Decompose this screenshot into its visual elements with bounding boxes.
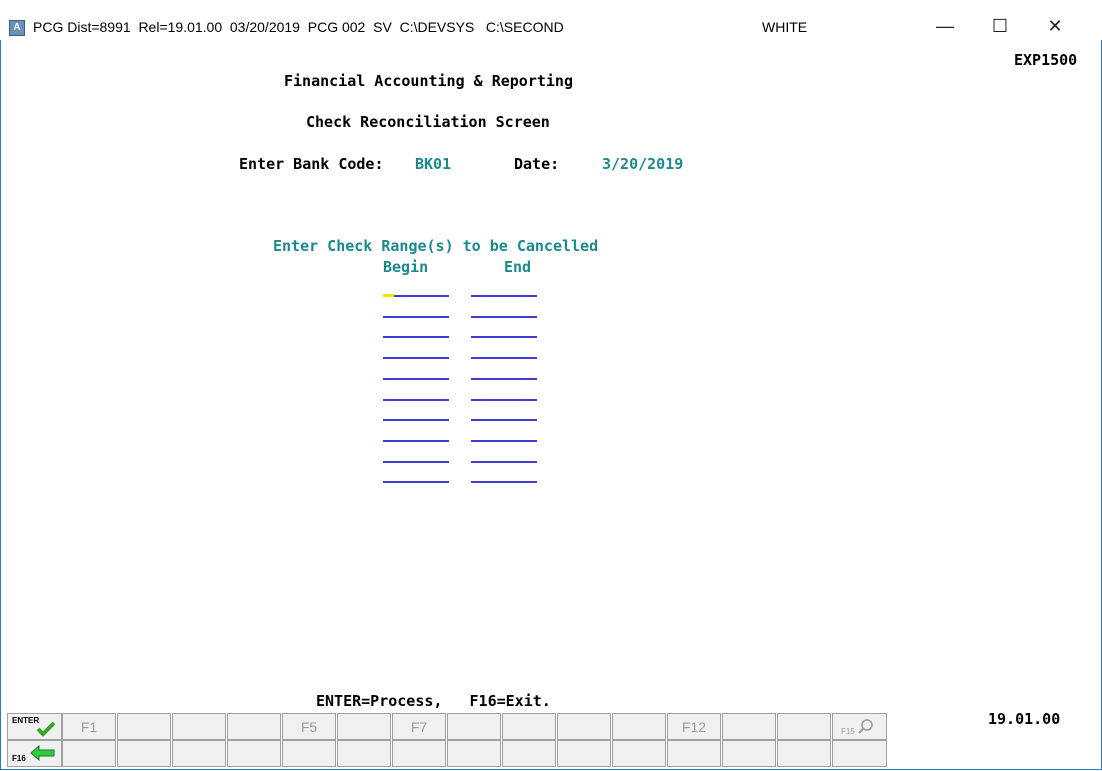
date-label: Date:: [514, 155, 560, 173]
fkey-blank[interactable]: [832, 740, 887, 767]
fkey-blank[interactable]: [172, 713, 226, 740]
end-check-field[interactable]: [471, 377, 537, 380]
end-check-field[interactable]: [471, 481, 537, 484]
begin-check-field[interactable]: [383, 377, 449, 380]
f12-key-button[interactable]: F12: [667, 713, 721, 740]
back-arrow-icon: [30, 744, 55, 762]
checkmark-icon: [36, 721, 56, 737]
begin-check-field[interactable]: [383, 357, 449, 360]
begin-check-field[interactable]: [383, 419, 449, 422]
title-bar-user: WHITE: [762, 19, 808, 35]
fkey-blank[interactable]: [777, 740, 831, 767]
fkey-blank[interactable]: [722, 713, 776, 740]
fkey-blank[interactable]: [557, 740, 611, 767]
bank-code-label: Enter Bank Code:: [239, 155, 384, 173]
f16-key-button[interactable]: F16: [7, 740, 62, 767]
title-bar: A PCG Dist=8991 Rel=19.01.00 03/20/2019 …: [0, 0, 1102, 40]
version-number: 19.01.00: [988, 710, 1061, 728]
screen-title-2: Check Reconciliation Screen: [306, 113, 550, 131]
fkey-blank[interactable]: [117, 713, 171, 740]
fkey-blank[interactable]: [392, 740, 446, 767]
fkey-blank[interactable]: [612, 740, 666, 767]
end-check-field[interactable]: [471, 315, 537, 318]
fkey-blank[interactable]: [502, 740, 556, 767]
fkey-blank[interactable]: [722, 740, 776, 767]
fkey-blank[interactable]: [337, 740, 391, 767]
footer-help-text: ENTER=Process, F16=Exit.: [316, 692, 551, 710]
begin-check-field[interactable]: [394, 295, 449, 297]
fkey-blank[interactable]: [447, 740, 501, 767]
minimize-button[interactable]: —: [922, 12, 968, 40]
text-cursor: [383, 294, 394, 297]
date-value: 3/20/2019: [602, 155, 684, 173]
end-check-field[interactable]: [471, 295, 537, 297]
screen-title-1: Financial Accounting & Reporting: [284, 72, 573, 90]
begin-check-field[interactable]: [383, 460, 449, 463]
search-icon: [858, 719, 873, 734]
begin-check-field[interactable]: [383, 481, 449, 484]
maximize-button[interactable]: ☐: [977, 12, 1023, 40]
end-check-field[interactable]: [471, 439, 537, 442]
fkey-blank[interactable]: [667, 740, 721, 767]
fkey-blank[interactable]: [337, 713, 391, 740]
f1-key-button[interactable]: F1: [62, 713, 116, 740]
begin-column-header: Begin: [383, 258, 429, 276]
end-check-field[interactable]: [471, 336, 537, 339]
begin-check-field[interactable]: [383, 398, 449, 401]
fkey-blank[interactable]: [447, 713, 501, 740]
end-check-field[interactable]: [471, 357, 537, 360]
fkey-blank[interactable]: [227, 713, 281, 740]
fkey-blank[interactable]: [172, 740, 226, 767]
fkey-blank[interactable]: [62, 740, 116, 767]
f15-key-label: F15: [841, 727, 855, 736]
terminal-window: [0, 0, 1102, 770]
f5-key-button[interactable]: F5: [282, 713, 336, 740]
end-check-field[interactable]: [471, 460, 537, 463]
end-check-field[interactable]: [471, 419, 537, 422]
title-bar-text: PCG Dist=8991 Rel=19.01.00 03/20/2019 PC…: [33, 19, 564, 35]
begin-check-field[interactable]: [383, 439, 449, 442]
f7-key-button[interactable]: F7: [392, 713, 446, 740]
fkey-blank[interactable]: [282, 740, 336, 767]
end-column-header: End: [504, 258, 532, 276]
close-button[interactable]: ✕: [1032, 12, 1078, 40]
range-heading: Enter Check Range(s) to be Cancelled: [273, 237, 599, 255]
fkey-blank[interactable]: [502, 713, 556, 740]
enter-key-button[interactable]: ENTER: [7, 713, 62, 740]
begin-check-field[interactable]: [383, 315, 449, 318]
fkey-blank[interactable]: [117, 740, 171, 767]
end-check-field[interactable]: [471, 398, 537, 401]
f15-key-button[interactable]: F15: [832, 713, 887, 740]
f16-key-label: F16: [12, 754, 26, 763]
fkey-blank[interactable]: [777, 713, 831, 740]
fkey-blank[interactable]: [557, 713, 611, 740]
fkey-blank[interactable]: [227, 740, 281, 767]
app-icon: A: [9, 20, 25, 36]
begin-check-field[interactable]: [383, 336, 449, 339]
program-id: EXP1500: [1014, 51, 1078, 69]
fkey-blank[interactable]: [612, 713, 666, 740]
bank-code-value: BK01: [415, 155, 452, 173]
